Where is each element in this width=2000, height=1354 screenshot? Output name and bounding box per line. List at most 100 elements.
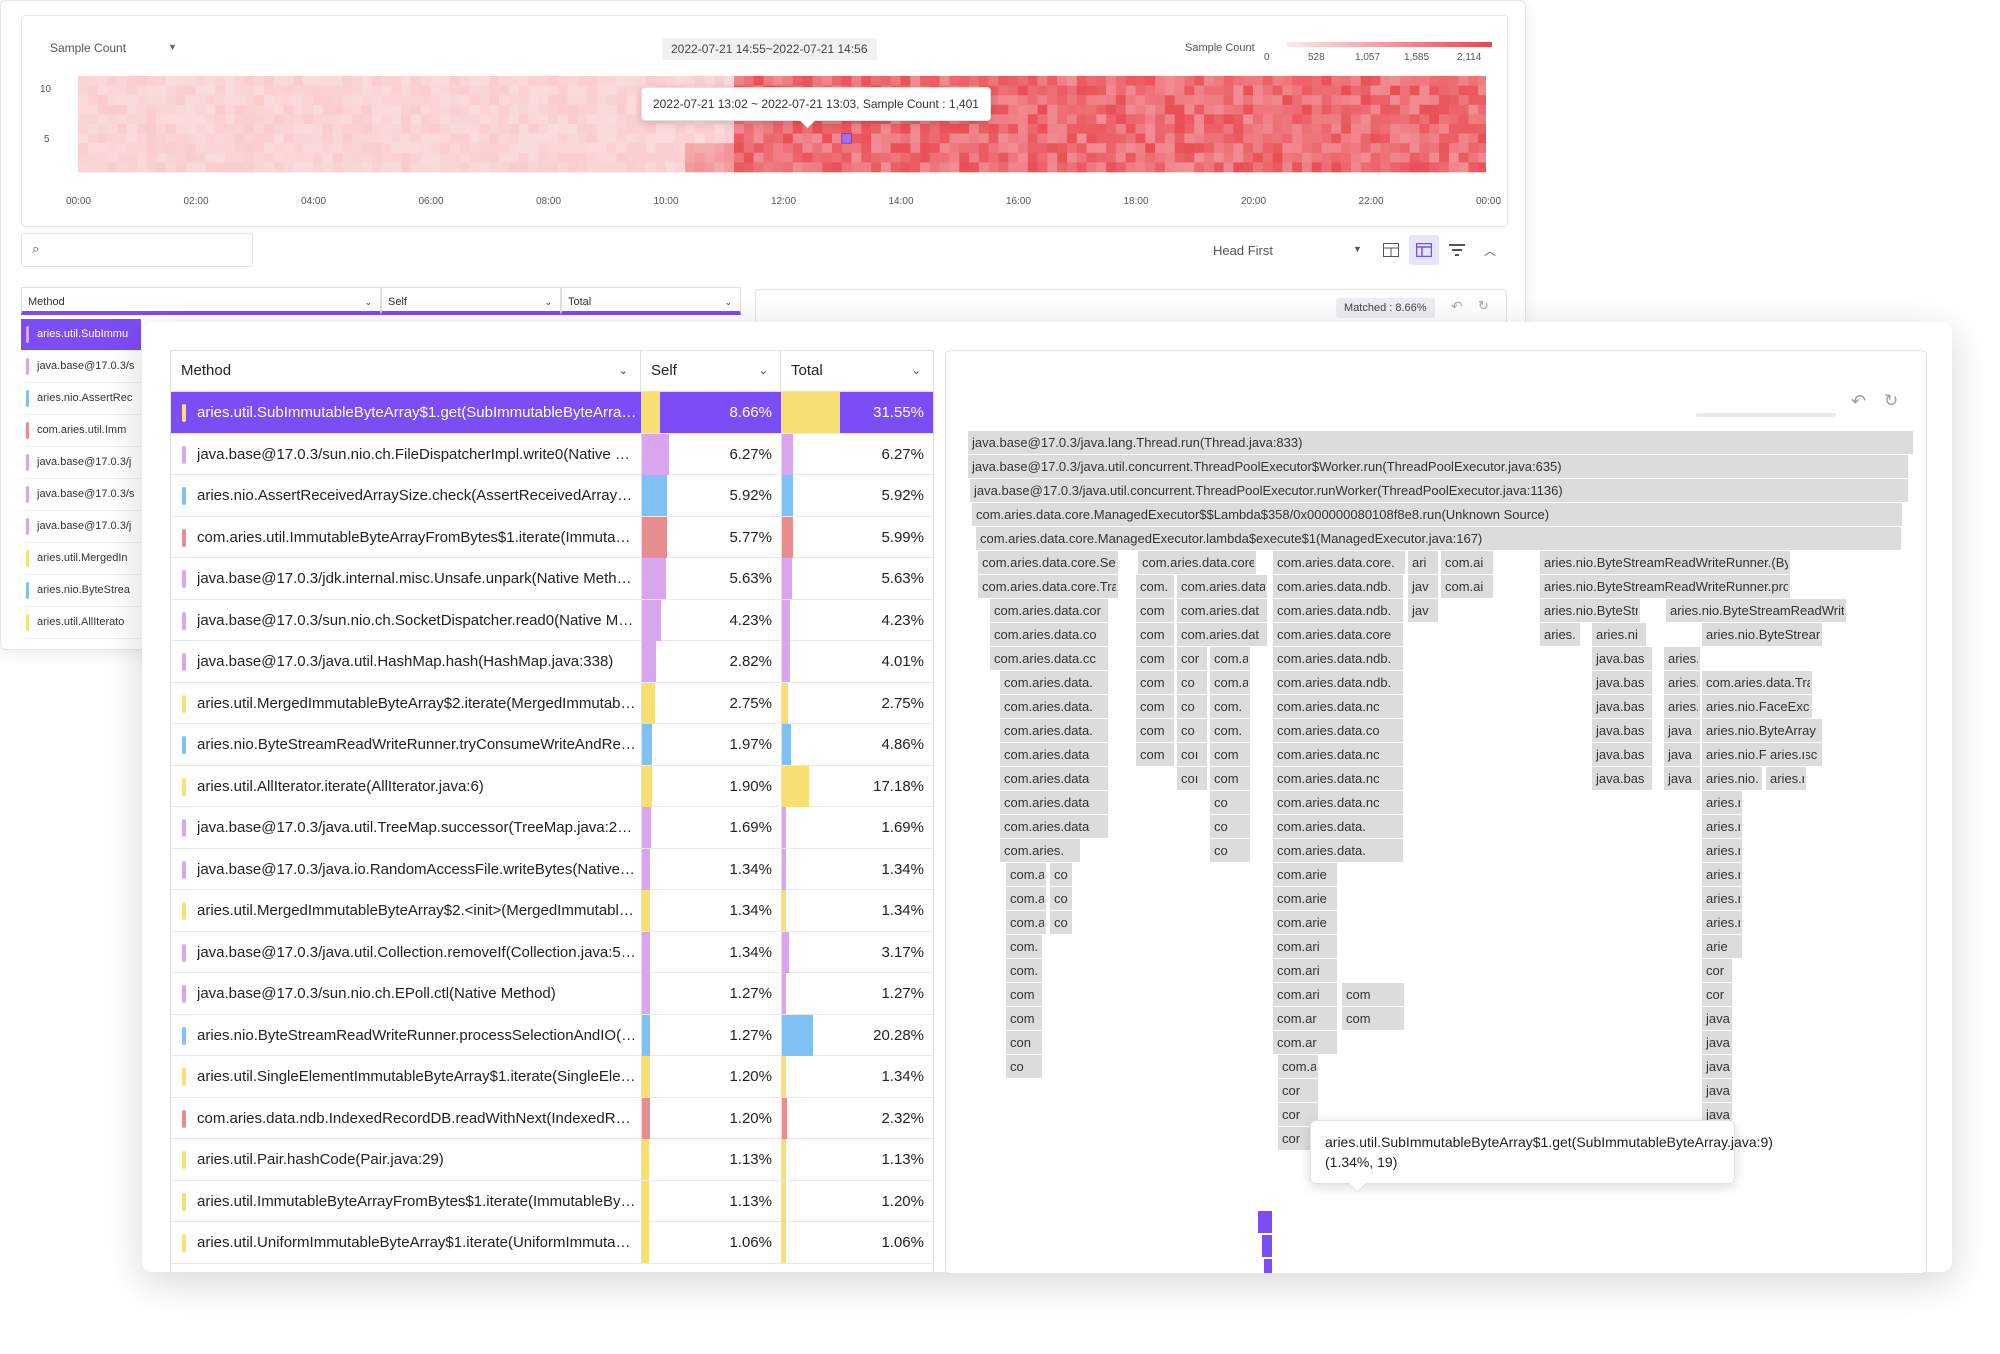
heatmap-cell[interactable] [1301,152,1313,163]
heatmap-cell[interactable] [1341,143,1352,154]
heatmap-cell[interactable] [802,162,813,173]
heatmap-cell[interactable] [528,162,539,173]
heatmap-cell[interactable] [97,152,108,163]
heatmap-cell[interactable] [1311,152,1322,163]
heatmap-cell[interactable] [1243,124,1254,134]
heatmap-cell[interactable] [361,95,373,106]
heatmap-cell[interactable] [831,76,843,86]
heatmap-cell[interactable] [1018,114,1029,125]
heatmap-cell[interactable] [1135,152,1146,163]
heatmap-cell[interactable] [156,76,167,86]
flame-frame[interactable]: cor [1177,647,1207,670]
flame-frame-highlight[interactable] [1258,1211,1272,1233]
flame-frame[interactable]: co [1177,695,1207,718]
flame-frame[interactable]: com.aries.data [1000,815,1108,838]
flame-frame[interactable]: com [1006,1007,1042,1030]
heatmap-cell[interactable] [215,133,226,144]
flame-frame[interactable]: com.a [1006,887,1046,910]
heatmap-cell[interactable] [969,76,980,86]
heatmap-cell[interactable] [1057,114,1068,125]
heatmap-cell[interactable] [900,133,911,144]
heatmap-cell[interactable] [1272,114,1283,125]
heatmap-cell[interactable] [704,76,715,86]
heatmap-cell[interactable] [430,114,441,125]
heatmap-cell[interactable] [420,152,431,163]
table-row[interactable]: aries.util.SingleElementImmutableByteArr… [171,1056,933,1098]
heatmap-cell[interactable] [1390,124,1401,134]
heatmap-cell[interactable] [734,124,745,134]
heatmap-cell[interactable] [450,85,461,96]
heatmap-cell[interactable] [1194,124,1205,134]
heatmap-cell[interactable] [264,133,275,144]
heatmap-cell[interactable] [352,124,363,134]
heatmap-cell[interactable] [401,104,412,115]
heatmap-cell[interactable] [1145,76,1156,86]
flame-frame[interactable]: co [1210,815,1250,838]
heatmap-cell[interactable] [322,114,333,125]
table-row[interactable]: aries.util.MergedImmutableByteArray$2.it… [171,682,933,724]
heatmap-cell[interactable] [401,114,412,125]
flame-frame[interactable]: com [1136,671,1174,694]
split-view-button[interactable] [1409,235,1439,265]
heatmap-cell[interactable] [146,104,157,115]
heatmap-cell[interactable] [626,114,637,125]
heatmap-cell[interactable] [264,152,275,163]
heatmap-cell[interactable] [890,133,901,144]
heatmap-cell[interactable] [469,76,480,86]
flame-frame[interactable]: aries.n [1702,839,1745,862]
heatmap-cell[interactable] [1076,143,1087,154]
heatmap-cell[interactable] [1311,85,1322,96]
heatmap-cell[interactable] [117,95,128,106]
heatmap-cell[interactable] [753,152,764,163]
heatmap-cell[interactable] [1066,124,1078,134]
flame-frame[interactable]: com. [1210,719,1250,742]
heatmap-cell[interactable] [1184,85,1195,96]
heatmap-cell[interactable] [518,152,529,163]
heatmap-cell[interactable] [1301,124,1313,134]
heatmap-cell[interactable] [469,162,480,173]
heatmap-cell[interactable] [1458,95,1469,106]
heatmap-cell[interactable] [185,76,196,86]
heatmap-cell[interactable] [489,114,500,125]
heatmap-cell[interactable] [508,104,519,115]
flame-frame[interactable]: aries.r [1702,863,1743,886]
heatmap-cell[interactable] [205,124,216,134]
heatmap-cell[interactable] [606,152,617,163]
heatmap-cell[interactable] [1331,95,1342,106]
heatmap-cell[interactable] [694,124,705,134]
heatmap-cell[interactable] [420,133,431,144]
heatmap-cell[interactable] [587,124,598,134]
heatmap-cell[interactable] [352,104,363,115]
heatmap-cell[interactable] [861,76,872,86]
flame-frame[interactable]: com.aries.data.cor [990,599,1108,622]
heatmap-cell[interactable] [469,95,480,106]
heatmap-cell[interactable] [303,133,314,144]
heatmap-cell[interactable] [645,124,657,134]
heatmap-cell[interactable] [1439,114,1450,125]
heatmap-cell[interactable] [1370,95,1381,106]
flame-frame[interactable]: com.aries.data. [1000,671,1108,694]
heatmap-cell[interactable] [508,162,519,173]
heatmap-cell[interactable] [303,85,314,96]
heatmap-cell[interactable] [1301,76,1313,86]
heatmap-cell[interactable] [1350,143,1362,154]
heatmap-cell[interactable] [1213,124,1224,134]
heatmap-cell[interactable] [185,104,196,115]
heatmap-cell[interactable] [1262,152,1273,163]
heatmap-cell[interactable] [587,95,598,106]
heatmap-cell[interactable] [783,162,794,173]
heatmap-cell[interactable] [1096,162,1107,173]
heatmap-cell[interactable] [812,162,823,173]
heatmap-cell[interactable] [606,143,617,154]
heatmap-cell[interactable] [136,85,147,96]
flame-frame-highlight[interactable] [1264,1259,1272,1273]
heatmap-cell[interactable] [117,143,128,154]
heatmap-cell[interactable] [391,95,402,106]
flame-frame[interactable]: java [1664,767,1700,790]
heatmap-cell[interactable] [440,114,451,125]
heatmap-cell[interactable] [205,95,216,106]
heatmap-cell[interactable] [97,124,108,134]
heatmap-cell[interactable] [929,124,940,134]
heatmap-cell[interactable] [812,133,823,144]
heatmap-cell[interactable] [117,133,128,144]
